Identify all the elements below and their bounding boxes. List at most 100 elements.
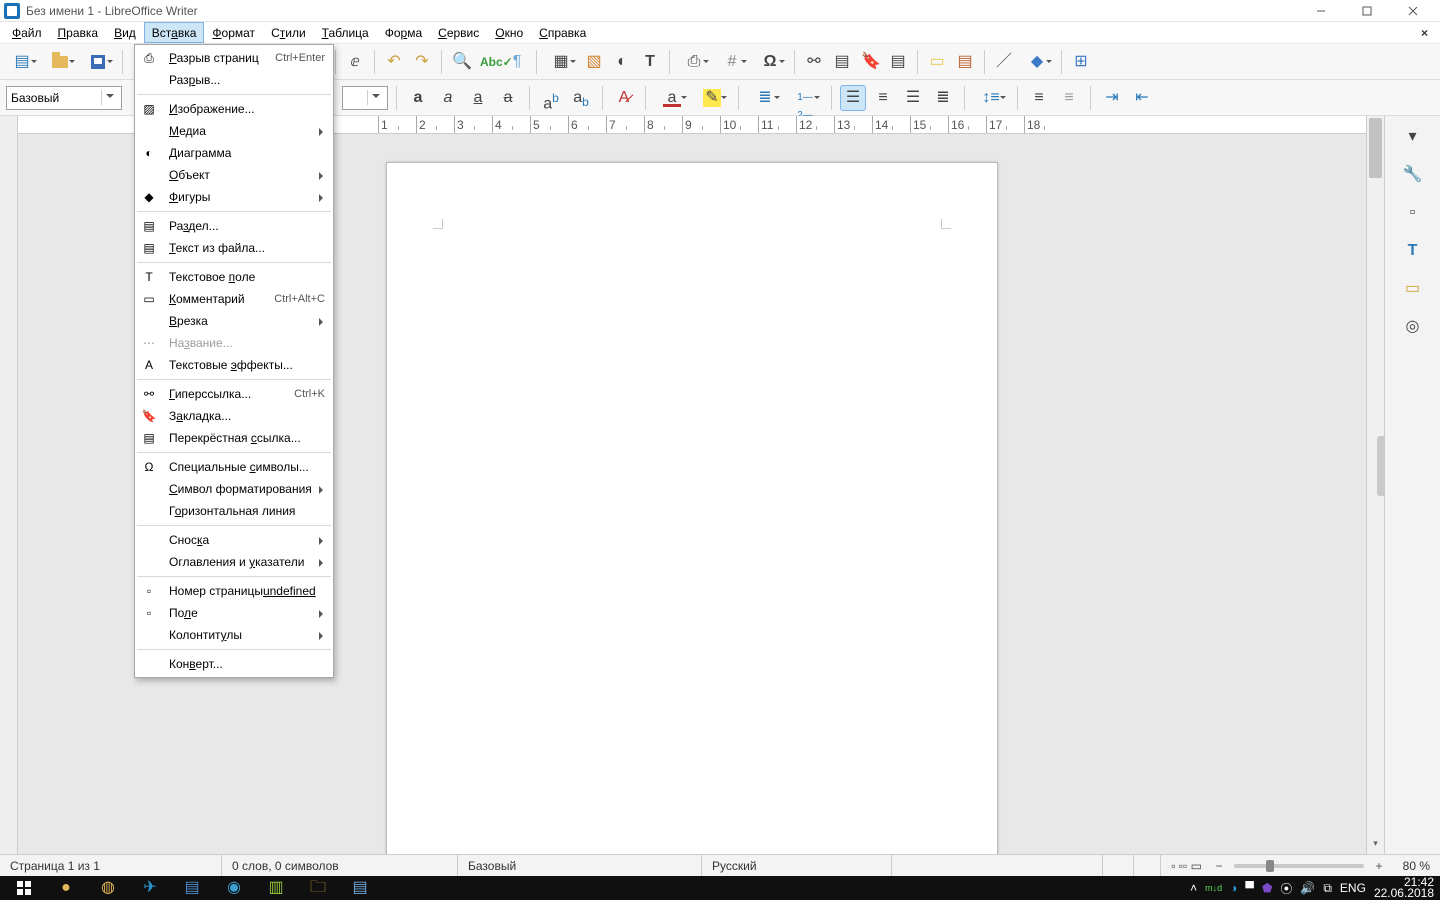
zoom-value[interactable]: 80 % [1386, 855, 1440, 876]
menu-правка[interactable]: Правка [50, 22, 107, 43]
increase-indent-button[interactable]: ⇥ [1099, 85, 1125, 111]
tray-up-icon[interactable]: ˄ [1190, 881, 1197, 895]
align-left-button[interactable]: ☰ [840, 85, 866, 111]
navigator-panel-button[interactable]: ◎ [1398, 312, 1428, 342]
insert-pagebreak-button[interactable]: ⎙ [676, 49, 712, 75]
insert-textbox-button[interactable]: T [637, 49, 663, 75]
zoom-slider[interactable] [1234, 864, 1364, 868]
insert-mode-status[interactable] [892, 855, 1103, 876]
menu-item-конверт[interactable]: Конверт... [135, 653, 333, 675]
align-justify-button[interactable]: ≣ [930, 85, 956, 111]
bold-button[interactable]: a [405, 85, 431, 111]
save-button[interactable] [80, 49, 116, 75]
page[interactable] [386, 162, 998, 854]
strike-button[interactable]: a [495, 85, 521, 111]
tray-network-icon[interactable]: ⧉ [1323, 881, 1332, 896]
menu-справка[interactable]: Справка [531, 22, 594, 43]
maximize-button[interactable] [1344, 0, 1390, 22]
taskbar-app-chrome-canary[interactable]: ◍ [88, 876, 128, 900]
tray-location-icon[interactable]: ⦿ [1280, 880, 1292, 897]
menu-item-текст-из-файла[interactable]: ▤Текст из файла... [135, 237, 333, 259]
decrease-spacing-button[interactable]: ≡ [1056, 85, 1082, 111]
menu-таблица[interactable]: Таблица [314, 22, 377, 43]
open-button[interactable] [42, 49, 78, 75]
selection-mode-status[interactable] [1103, 855, 1134, 876]
menu-файл[interactable]: Файл [4, 22, 50, 43]
page-style-status[interactable]: Базовый [458, 855, 702, 876]
menu-формат[interactable]: Формат [204, 22, 263, 43]
menu-item-специальные-символы[interactable]: ΩСпециальные символы... [135, 456, 333, 478]
menu-item-разрыв-страниц[interactable]: ⎙Разрыв страницCtrl+Enter [135, 47, 333, 69]
menu-стили[interactable]: Стили [263, 22, 314, 43]
font-color-button[interactable]: a [654, 85, 690, 111]
tray-flag-icon[interactable]: ▀ [1245, 881, 1254, 895]
sidebar-collapse-handle[interactable] [1377, 436, 1385, 496]
track-changes-button[interactable]: ▤ [952, 49, 978, 75]
menu-форма[interactable]: Форма [377, 22, 430, 43]
zoom-out-button[interactable]: − [1212, 859, 1226, 873]
font-size-combo[interactable] [342, 86, 388, 110]
taskbar-app-telegram[interactable]: ✈ [130, 876, 170, 900]
taskbar-app-chrome[interactable]: ● [46, 876, 86, 900]
menu-окно[interactable]: Окно [487, 22, 531, 43]
insert-footnote-button[interactable]: ▤ [829, 49, 855, 75]
highlight-button[interactable]: ✎ [694, 85, 730, 111]
table-button[interactable]: ▦ [543, 49, 579, 75]
taskbar-app-notes[interactable]: ▥ [256, 876, 296, 900]
subscript-button[interactable]: ab [568, 85, 594, 111]
align-center-button[interactable]: ≡ [870, 85, 896, 111]
basic-shapes-button[interactable]: ◆ [1019, 49, 1055, 75]
zoom-in-button[interactable]: + [1372, 859, 1386, 873]
insert-field-button[interactable]: # [714, 49, 750, 75]
superscript-button[interactable]: ab [538, 85, 564, 111]
menu-item-колонтитулы[interactable]: Колонтитулы [135, 624, 333, 646]
taskbar-app-folder[interactable]: 🗀 [298, 876, 338, 900]
menu-item-диаграмма[interactable]: ◐Диаграмма [135, 142, 333, 164]
menu-вид[interactable]: Вид [106, 22, 144, 43]
styles-panel-button[interactable]: T [1398, 236, 1428, 266]
insert-comment-button[interactable]: ▭ [924, 49, 950, 75]
menu-item-поле[interactable]: ▫Поле [135, 602, 333, 624]
properties-panel-button[interactable]: 🔧 [1398, 160, 1428, 190]
menu-сервис[interactable]: Сервис [430, 22, 487, 43]
tray-security-icon[interactable]: ⬟ [1262, 881, 1272, 895]
spellcheck-button[interactable]: Abc✓ [476, 49, 502, 75]
menu-item-медиа[interactable]: Медиа [135, 120, 333, 142]
word-count-status[interactable]: 0 слов, 0 символов [222, 855, 458, 876]
menu-вставка[interactable]: Вставка [144, 22, 205, 43]
scrollbar-thumb[interactable] [1369, 118, 1382, 178]
sidebar-settings-button[interactable]: ▾ [1398, 122, 1428, 152]
menu-item-символ-форматирования[interactable]: Символ форматирования [135, 478, 333, 500]
redo-button[interactable]: ↷ [409, 49, 435, 75]
view-buttons[interactable]: ▫ ▫▫ ▭ [1161, 855, 1212, 876]
line-button[interactable]: ／ [991, 49, 1017, 75]
bullet-list-button[interactable]: ≣ [747, 85, 783, 111]
find-button[interactable]: 🔍 [448, 49, 474, 75]
line-spacing-button[interactable]: ↕≡ [973, 85, 1009, 111]
vertical-ruler[interactable] [0, 116, 18, 854]
tray-clock[interactable]: 21:42 22.06.2018 [1374, 877, 1434, 899]
align-right-button[interactable]: ☰ [900, 85, 926, 111]
menu-item-текстовые-эффекты[interactable]: AТекстовые эффекты... [135, 354, 333, 376]
taskbar-app-notepad[interactable]: ▤ [172, 876, 212, 900]
taskbar-app-writer[interactable]: ▤ [340, 876, 380, 900]
insert-symbol-button[interactable]: Ω [752, 49, 788, 75]
menu-item-оглавления-и-указатели[interactable]: Оглавления и указатели [135, 551, 333, 573]
insert-chart-button[interactable]: ◐ [609, 49, 635, 75]
menu-item-объект[interactable]: Объект [135, 164, 333, 186]
taskbar-app-qbittorrent[interactable]: ◉ [214, 876, 254, 900]
clone-format-button[interactable]: ⅇ [342, 49, 368, 75]
gallery-panel-button[interactable]: ▭ [1398, 274, 1428, 304]
clear-format-button[interactable]: A̷ [611, 85, 637, 111]
tray-language[interactable]: ENG [1340, 881, 1366, 895]
insert-image-button[interactable]: ▧ [581, 49, 607, 75]
increase-spacing-button[interactable]: ≡ [1026, 85, 1052, 111]
menu-item-перекрёстная-ссылка[interactable]: ▤Перекрёстная ссылка... [135, 427, 333, 449]
formatting-marks-button[interactable]: ¶ [504, 49, 530, 75]
menu-item-врезка[interactable]: Врезка [135, 310, 333, 332]
insert-crossref-button[interactable]: ▤ [885, 49, 911, 75]
menu-item-текстовое-поле[interactable]: TТекстовое поле [135, 266, 333, 288]
italic-button[interactable]: a [435, 85, 461, 111]
page-status[interactable]: Страница 1 из 1 [0, 855, 222, 876]
tray-volume-icon[interactable]: 🔊 [1300, 881, 1315, 895]
